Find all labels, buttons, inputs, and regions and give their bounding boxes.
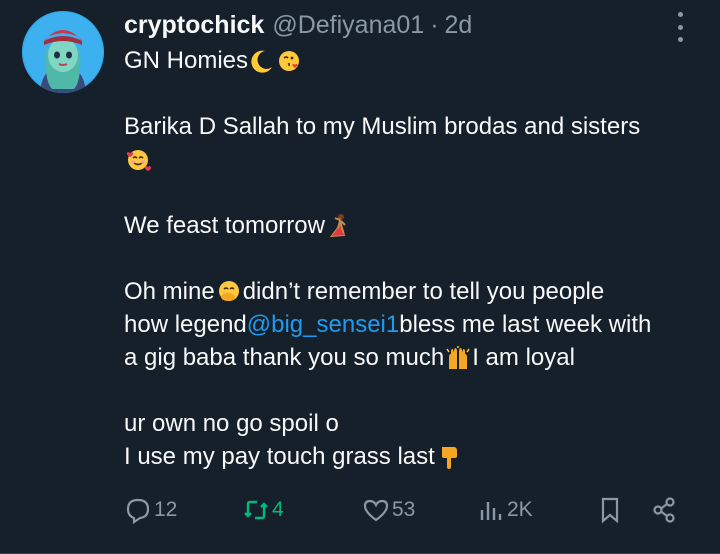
more-options-icon[interactable] — [668, 12, 692, 42]
repost-count: 4 — [272, 498, 284, 521]
dancer-icon — [326, 213, 352, 239]
reply-icon — [126, 498, 150, 524]
analytics-icon — [480, 502, 502, 520]
face-blowing-kiss-icon — [277, 48, 303, 74]
text-segment: Oh mine — [124, 278, 215, 305]
bookmark-button[interactable] — [596, 492, 626, 528]
text-segment: We feast tomorrow — [124, 212, 325, 239]
reply-count: 12 — [154, 498, 178, 521]
heart-icon — [363, 499, 389, 522]
tweet-card[interactable]: cryptochick @Defiyana01 · 2d GN Homies B… — [0, 0, 720, 554]
backhand-index-pointing-down-icon — [436, 444, 462, 470]
text-segment: I am loyal — [472, 344, 575, 371]
timestamp[interactable]: 2d — [445, 11, 473, 40]
text-line: I use my pay touch grass last — [124, 440, 704, 473]
text-segment: how legend — [124, 311, 247, 338]
text-line: Oh mine didn’t remember to tell you peop… — [124, 275, 704, 308]
mention-link[interactable]: @big_sensei1 — [247, 308, 399, 341]
tweet-header: cryptochick @Defiyana01 · 2d — [124, 9, 472, 41]
raising-hands-icon — [445, 345, 471, 371]
like-button[interactable]: 53 — [362, 492, 415, 528]
text-segment: a gig baba thank you so much — [124, 344, 445, 371]
text-line: how legend @big_sensei1 bless me last we… — [124, 308, 704, 341]
text-line: Barika D Sallah to my Muslim brodas and … — [124, 110, 704, 143]
share-icon — [653, 497, 675, 523]
cartoon-girl-avatar-icon — [22, 11, 104, 93]
text-line: ur own no go spoil o — [124, 407, 704, 440]
crescent-moon-icon — [249, 48, 275, 74]
view-count: 2K — [507, 498, 533, 521]
avatar[interactable] — [22, 11, 104, 93]
bookmark-icon — [601, 497, 619, 524]
share-button[interactable] — [650, 492, 680, 528]
smiling-face-with-hearts-icon — [125, 147, 151, 173]
reply-button[interactable]: 12 — [124, 492, 177, 528]
text-line: We feast tomorrow — [124, 209, 704, 242]
views-button[interactable]: 2K — [477, 492, 533, 528]
tweet-actions: 12 4 53 2K — [124, 492, 694, 528]
repost-icon — [244, 500, 268, 520]
repost-button[interactable]: 4 — [242, 492, 284, 528]
display-name[interactable]: cryptochick — [124, 11, 264, 40]
tweet-text: GN Homies Barika D Sallah to my Muslim b… — [124, 44, 704, 473]
text-segment: Barika D Sallah to my Muslim brodas and … — [124, 113, 641, 140]
user-handle[interactable]: @Defiyana01 — [272, 11, 424, 40]
text-segment: I use my pay touch grass last — [124, 443, 435, 470]
face-with-hand-over-mouth-icon — [216, 279, 242, 305]
header-separator: · — [430, 10, 439, 39]
text-segment: ur own no go spoil o — [124, 410, 339, 437]
text-segment: GN Homies — [124, 47, 249, 74]
text-line: GN Homies — [124, 44, 704, 77]
text-segment: didn’t remember to tell you people — [242, 278, 605, 305]
text-segment: bless me last week with — [399, 311, 652, 338]
text-line: a gig baba thank you so much I am loyal — [124, 341, 704, 374]
like-count: 53 — [392, 498, 416, 521]
text-line — [124, 143, 704, 176]
